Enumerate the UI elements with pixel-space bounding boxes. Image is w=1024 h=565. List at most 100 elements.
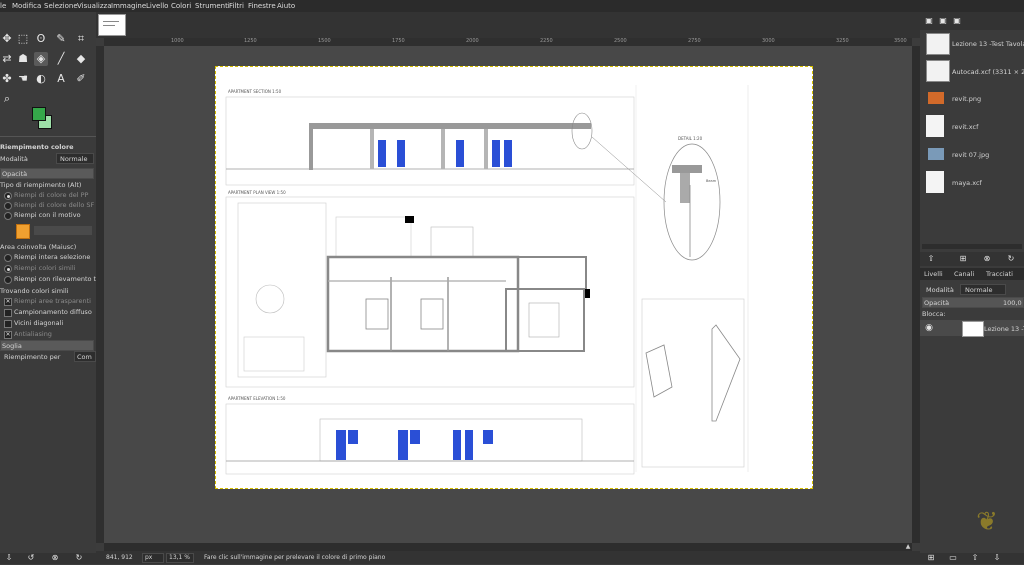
color-picker-tool-icon[interactable]: ✐ [74, 72, 88, 86]
menu-image[interactable]: Immagine [111, 2, 146, 10]
tab-channels[interactable]: Canali [954, 270, 974, 278]
new-view-icon[interactable]: ⊞ [956, 252, 970, 266]
ruler-label: 1250 [244, 38, 257, 44]
image-name[interactable]: Autocad.xcf (3311 × 23 [952, 68, 1024, 76]
bucket-fill-tool-icon[interactable]: ◈ [34, 52, 48, 66]
restore-icon[interactable]: ↺ [24, 551, 38, 565]
menu-help[interactable]: Aiuto [277, 2, 295, 10]
tool-options-tab-icon[interactable]: ▣ [936, 14, 950, 28]
threshold-slider[interactable]: Soglia [0, 340, 94, 351]
menu-edit[interactable]: Modifica [12, 2, 41, 10]
reset-icon[interactable]: ↻ [72, 551, 86, 565]
images-scrollbar[interactable] [922, 244, 1022, 249]
pattern-swatch[interactable] [16, 224, 30, 239]
image-thumbnail[interactable] [926, 60, 950, 82]
raise-layer-icon[interactable]: ⇧ [968, 551, 982, 565]
dodge-tool-icon[interactable]: ◐ [34, 72, 48, 86]
menu-select[interactable]: Selezione [44, 2, 78, 10]
layer-opacity-value: 100,0 [1003, 299, 1022, 307]
ruler-label: 1500 [318, 38, 331, 44]
new-layer-icon[interactable]: ⊞ [924, 551, 938, 565]
images-tab-icon[interactable]: ▣ [922, 14, 936, 28]
images-layers-dock: ▣ ▣ ▣ Lezione 13 -Test Tavola Autocad.xc… [920, 12, 1024, 564]
area-lineart-radio[interactable] [4, 276, 12, 284]
text-tool-icon[interactable]: A [54, 72, 68, 86]
rect-select-tool-icon[interactable]: ⬚ [16, 32, 30, 46]
image-name[interactable]: revit.xcf [952, 123, 978, 131]
status-message: Fare clic sull'immagine per prelevare il… [204, 554, 386, 561]
tab-layers[interactable]: Livelli [924, 270, 943, 278]
opacity-slider[interactable]: Opacità [0, 168, 94, 179]
layer-opacity-slider[interactable]: Opacità 100,0 [922, 297, 1024, 308]
vertical-scrollbar[interactable] [912, 46, 920, 543]
image-canvas[interactable]: APARTMENT SECTION 1:50 APARTMENT PLAN VI… [215, 66, 813, 489]
zoom-tool-icon[interactable]: ⌕ [0, 92, 14, 106]
pointer-coords: 841, 912 [106, 554, 133, 561]
tab-paths[interactable]: Tracciati [986, 270, 1013, 278]
menu-windows[interactable]: Finestre [248, 2, 276, 10]
fill-pattern-radio[interactable] [4, 212, 12, 220]
fill-bg-label: Riempi di colore dello SF [14, 201, 95, 209]
menu-tools[interactable]: Strumenti [195, 2, 230, 10]
warp-tool-icon[interactable]: ☗ [16, 52, 30, 66]
image-name[interactable]: maya.xcf [952, 179, 982, 187]
horizontal-scrollbar[interactable]: ▲ [104, 543, 912, 551]
fill-fg-radio[interactable] [4, 192, 12, 200]
foreground-color-swatch[interactable] [32, 107, 46, 121]
fuzzy-select-tool-icon[interactable]: ✎ [54, 32, 68, 46]
device-tab-icon[interactable]: ▣ [950, 14, 964, 28]
crop-tool-icon[interactable]: ⌗ [74, 32, 88, 46]
unit-dropdown[interactable]: px [142, 553, 164, 563]
image-thumbnail[interactable] [926, 33, 950, 55]
fill-bg-radio[interactable] [4, 202, 12, 210]
menu-view[interactable]: Visualizza [77, 2, 111, 10]
fill-by-value: Com [77, 353, 92, 361]
area-label: Area coinvolta (Maiusc) [0, 243, 77, 251]
zoom-value: 13,1 % [169, 554, 190, 561]
fill-by-dropdown[interactable]: Com [74, 351, 96, 362]
pattern-name-field[interactable] [34, 226, 92, 235]
image-name[interactable]: Lezione 13 -Test Tavola [952, 40, 1024, 48]
save-preset-icon[interactable]: ⇩ [2, 551, 16, 565]
image-name[interactable]: revit 07.jpg [952, 151, 989, 159]
vertical-ruler[interactable] [96, 46, 104, 543]
menu-layer[interactable]: Livello [146, 2, 168, 10]
menu-filters[interactable]: Filtri [229, 2, 244, 10]
move-tool-icon[interactable]: ✥ [0, 32, 14, 46]
sample-merged-checkbox[interactable] [4, 309, 12, 317]
clone-tool-icon[interactable]: ✤ [0, 72, 14, 86]
smudge-tool-icon[interactable]: ☚ [16, 72, 30, 86]
image-tab-thumbnail[interactable] [98, 14, 126, 36]
diagonal-checkbox[interactable] [4, 320, 12, 328]
transform-tool-icon[interactable]: ⇄ [0, 52, 14, 66]
mode-label: Modalità [0, 155, 28, 163]
image-tab-strip [96, 12, 920, 38]
delete-image-icon[interactable]: ⊗ [980, 252, 994, 266]
lasso-tool-icon[interactable]: ʘ [34, 32, 48, 46]
layer-name[interactable]: Lezione 13 -T [984, 325, 1024, 333]
antialias-label: Antialiasing [14, 330, 52, 338]
menu-file[interactable]: le [0, 2, 6, 10]
zoom-dropdown[interactable]: 13,1 % [166, 553, 194, 563]
diagonal-label: Vicini diagonali [14, 319, 64, 327]
menu-colors[interactable]: Colori [171, 2, 191, 10]
layer-row[interactable]: ◉ Lezione 13 -T [920, 320, 1024, 337]
eye-icon[interactable]: ◉ [922, 321, 936, 335]
refresh-icon[interactable]: ↻ [1004, 252, 1018, 266]
layer-group-icon[interactable]: ▭ [946, 551, 960, 565]
antialias-checkbox[interactable]: ✕ [4, 331, 12, 339]
area-whole-radio[interactable] [4, 254, 12, 262]
jpg-file-icon [928, 148, 944, 160]
navigate-icon[interactable]: ▲ [904, 543, 912, 551]
eraser-tool-icon[interactable]: ◆ [74, 52, 88, 66]
delete-icon[interactable]: ⊗ [48, 551, 62, 565]
paintbrush-tool-icon[interactable]: ╱ [54, 52, 68, 66]
mode-dropdown[interactable]: Normale [56, 153, 94, 164]
image-name[interactable]: revit.png [952, 95, 981, 103]
lower-layer-icon[interactable]: ⇩ [990, 551, 1004, 565]
area-similar-radio[interactable] [4, 265, 12, 273]
raise-icon[interactable]: ⇧ [924, 252, 938, 266]
lock-label: Blocca: [922, 310, 946, 318]
transparent-checkbox[interactable]: ✕ [4, 298, 12, 306]
layer-mode-dropdown[interactable]: Normale [960, 284, 1006, 295]
